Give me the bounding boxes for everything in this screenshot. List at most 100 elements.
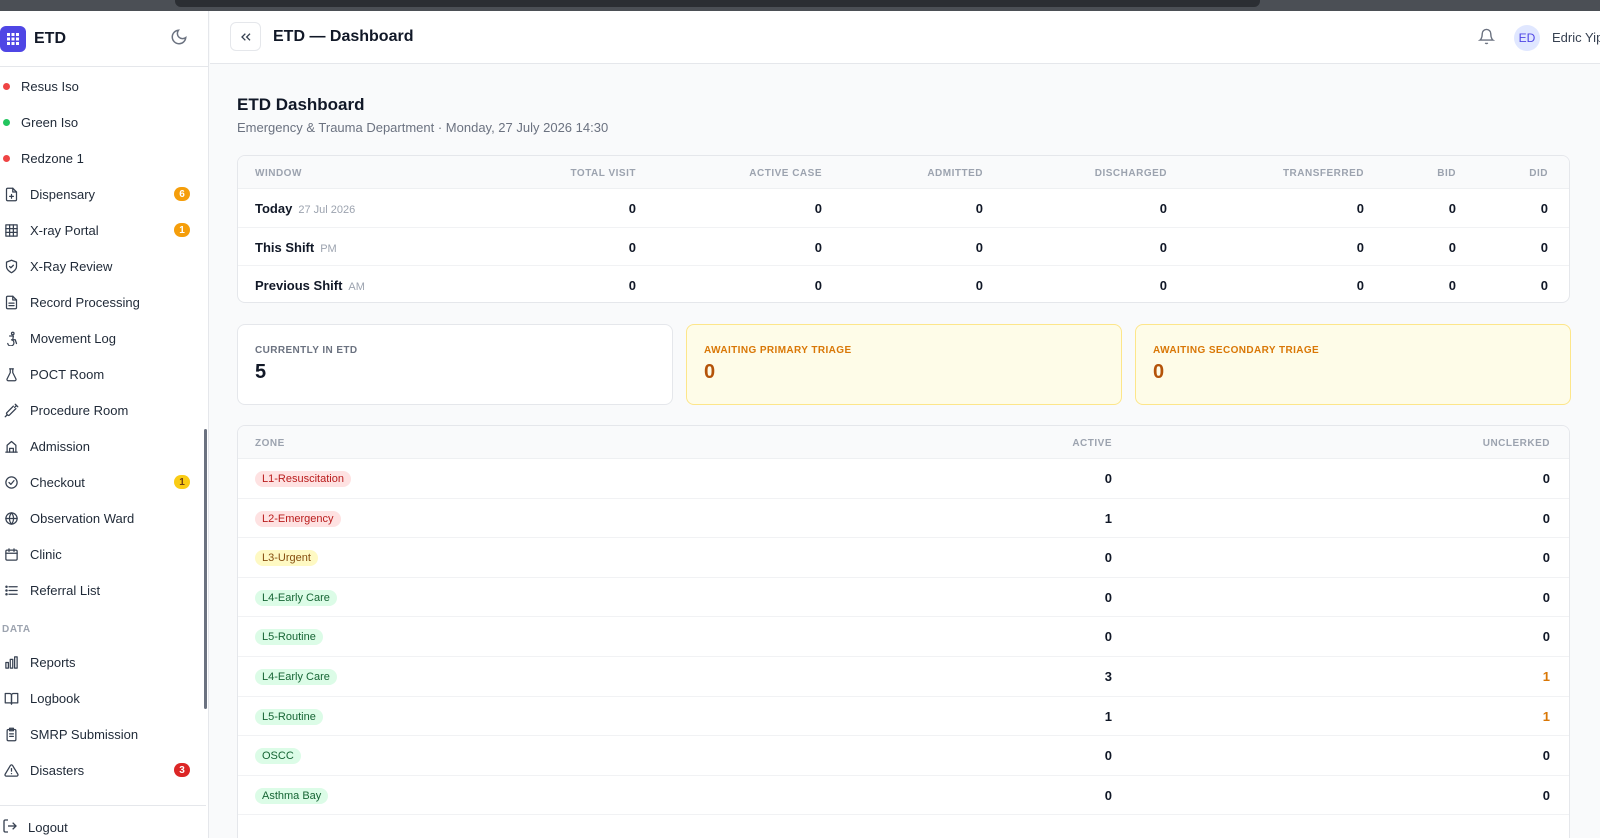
zone-badge: L5-Routine bbox=[255, 708, 323, 725]
table-row[interactable]: Asthma Bay 0 0 bbox=[238, 776, 1569, 816]
sidebar-item-procedure-room[interactable]: Procedure Room bbox=[0, 392, 200, 428]
sidebar-item-label: Record Processing bbox=[30, 294, 140, 310]
sidebar-item-observation-ward[interactable]: Observation Ward bbox=[0, 500, 200, 536]
window-name: Today bbox=[255, 201, 293, 216]
column-header-window: WINDOW bbox=[255, 168, 302, 179]
sidebar-scrollbar[interactable] bbox=[204, 429, 207, 709]
table-row[interactable]: L4-Early Care 0 0 bbox=[238, 578, 1569, 618]
stat-card-awaiting-secondary-triage: AWAITING SECONDARY TRIAGE 0 bbox=[1135, 324, 1571, 405]
active-count: 0 bbox=[1104, 550, 1112, 566]
globe-icon bbox=[2, 509, 20, 527]
window-name: Previous Shift bbox=[255, 278, 343, 294]
stat-label: AWAITING PRIMARY TRIAGE bbox=[704, 345, 852, 356]
column-header-transferred: TRANSFERRED bbox=[1282, 168, 1364, 179]
grid-icon bbox=[2, 221, 20, 239]
sidebar-zone-green-iso[interactable]: Green Iso bbox=[0, 104, 200, 140]
sidebar-item-logbook[interactable]: Logbook bbox=[0, 680, 200, 716]
sidebar-item-clinic[interactable]: Clinic bbox=[0, 536, 200, 572]
file-plus-icon bbox=[2, 185, 20, 203]
sidebar-item-movement-log[interactable]: Movement Log bbox=[0, 320, 200, 356]
sidebar-item-label: POCT Room bbox=[30, 366, 105, 382]
sidebar-item-label: Observation Ward bbox=[30, 510, 135, 526]
sidebar-item-label: Movement Log bbox=[30, 330, 116, 346]
window-label: Previous Shift AM bbox=[255, 278, 365, 293]
sidebar-item-checkout[interactable]: Checkout 1 bbox=[0, 464, 200, 500]
count-badge: 3 bbox=[174, 763, 190, 777]
active-count: 3 bbox=[1104, 669, 1112, 684]
zone-badge: OSCC bbox=[255, 748, 301, 765]
column-header-zone: ZONE bbox=[255, 438, 285, 449]
sidebar-item-label: Checkout bbox=[30, 474, 85, 490]
sidebar-item-referral-list[interactable]: Referral List bbox=[0, 572, 200, 608]
logout-button[interactable]: Logout bbox=[0, 805, 206, 838]
browser-tab-bar bbox=[175, 0, 1260, 7]
sidebar-item-label: Procedure Room bbox=[30, 402, 129, 418]
cell-transferred: 0 bbox=[1356, 239, 1364, 255]
sidebar-item-x-ray-review[interactable]: X-Ray Review bbox=[0, 248, 200, 284]
collapse-sidebar-button[interactable] bbox=[230, 22, 261, 51]
stat-label: AWAITING SECONDARY TRIAGE bbox=[1153, 345, 1320, 356]
window-label: This Shift PM bbox=[255, 240, 337, 255]
sidebar-item-x-ray-portal[interactable]: X-ray Portal 1 bbox=[0, 212, 200, 248]
moon-icon[interactable] bbox=[170, 28, 188, 51]
sidebar-item-label: Dispensary bbox=[30, 186, 96, 202]
zone-status-dot bbox=[3, 154, 10, 162]
window-sub: 27 Jul 2026 bbox=[298, 204, 356, 216]
user-name[interactable]: Edric Yip bbox=[1552, 30, 1600, 45]
unclerked-count: 0 bbox=[1542, 471, 1550, 486]
zone-badge: Asthma Bay bbox=[255, 787, 329, 804]
table-row[interactable]: L2-Emergency 1 0 bbox=[238, 499, 1569, 539]
table-header: WINDOW TOTAL VISIT ACTIVE CASE ADMITTED DISC… bbox=[238, 156, 1569, 189]
active-count: 0 bbox=[1104, 471, 1112, 486]
cell-discharged: 0 bbox=[1159, 201, 1167, 216]
check-circle-icon bbox=[2, 473, 20, 491]
zone-badge: L2-Emergency bbox=[255, 510, 341, 527]
sidebar-item-reports[interactable]: Reports bbox=[0, 644, 200, 680]
table-row[interactable]: L5-Routine 1 1 bbox=[238, 697, 1569, 737]
dashboard-title: ETD Dashboard bbox=[237, 95, 365, 114]
cell-active-case: 0 bbox=[814, 201, 822, 216]
unclerked-count: 1 bbox=[1542, 708, 1550, 724]
cell-did: 0 bbox=[1540, 278, 1548, 294]
sidebar-item-admission[interactable]: Admission bbox=[0, 428, 200, 464]
avatar[interactable]: ED bbox=[1514, 25, 1540, 51]
file-text-icon bbox=[2, 293, 20, 311]
main-content: ETD Dashboard Emergency & Trauma Departm… bbox=[210, 64, 1600, 838]
sidebar-item-dispensary[interactable]: Dispensary 6 bbox=[0, 176, 200, 212]
sidebar-item-poct-room[interactable]: POCT Room bbox=[0, 356, 200, 392]
unclerked-count: 0 bbox=[1542, 589, 1550, 605]
sidebar-zone-redzone-1[interactable]: Redzone 1 bbox=[0, 140, 200, 176]
sidebar-item-smrp-submission[interactable]: SMRP Submission bbox=[0, 716, 200, 752]
stat-value: 0 bbox=[1153, 361, 1165, 383]
table-row[interactable]: OSCC 0 0 bbox=[238, 736, 1569, 776]
calendar-icon bbox=[2, 545, 20, 563]
alert-triangle-icon bbox=[2, 761, 20, 779]
cell-admitted: 0 bbox=[975, 201, 983, 216]
sidebar-item-label: X-Ray Review bbox=[30, 258, 113, 274]
cell-bid: 0 bbox=[1448, 239, 1456, 255]
sidebar-zone-resus-iso[interactable]: Resus Iso bbox=[0, 68, 200, 104]
cell-transferred: 0 bbox=[1356, 201, 1364, 216]
cell-admitted: 0 bbox=[975, 239, 983, 255]
sidebar-item-record-processing[interactable]: Record Processing bbox=[0, 284, 200, 320]
zone-table: ZONE ACTIVE UNCLERKED L1-Resuscitation 0 0 L2-… bbox=[237, 425, 1570, 838]
sidebar-item-disasters[interactable]: Disasters 3 bbox=[0, 752, 200, 788]
cell-active-case: 0 bbox=[814, 278, 822, 294]
cell-bid: 0 bbox=[1448, 278, 1456, 294]
apps-grid-icon[interactable] bbox=[0, 25, 26, 52]
sidebar-item-label: Clinic bbox=[30, 546, 62, 562]
sidebar-section-data: DATA bbox=[2, 624, 31, 635]
window-sub: AM bbox=[348, 281, 365, 294]
bell-icon[interactable] bbox=[1477, 28, 1496, 50]
zone-badge: L4-Early Care bbox=[255, 669, 337, 685]
table-row: Previous Shift AM 0 0 0 0 0 0 0 bbox=[238, 266, 1569, 302]
table-row[interactable]: L5-Routine 0 0 bbox=[238, 617, 1569, 657]
accessibility-icon bbox=[2, 329, 20, 347]
sidebar-item-label: X-ray Portal bbox=[30, 222, 99, 238]
window-label: Today 27 Jul 2026 bbox=[255, 201, 355, 216]
table-row[interactable]: L1-Resuscitation 0 0 bbox=[238, 459, 1569, 499]
logout-label: Logout bbox=[28, 820, 68, 835]
column-header-unclerked: UNCLERKED bbox=[1482, 438, 1550, 449]
table-row[interactable]: L3-Urgent 0 0 bbox=[238, 538, 1569, 578]
table-row[interactable]: L4-Early Care 3 1 bbox=[238, 657, 1569, 697]
